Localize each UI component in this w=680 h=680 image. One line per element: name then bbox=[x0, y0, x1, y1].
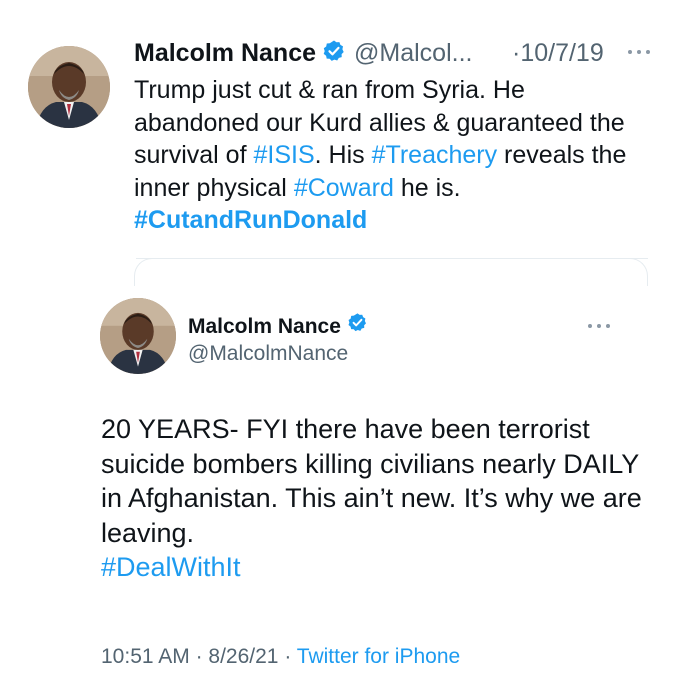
hashtag-dealwithit[interactable]: #DealWithIt bbox=[101, 552, 241, 582]
more-dots-icon bbox=[586, 316, 612, 336]
tweet-text-part: he is. bbox=[393, 173, 461, 202]
tweet-text: 20 YEARS- FYI there have been terrorist … bbox=[101, 412, 661, 585]
quote-card-corner bbox=[620, 258, 648, 286]
meta-separator: · bbox=[278, 645, 297, 668]
author-handle[interactable]: @MalcolmNance bbox=[188, 340, 348, 368]
quote-card-corner bbox=[134, 258, 162, 286]
tweet-time[interactable]: 10:51 AM bbox=[101, 645, 190, 668]
more-dots-icon bbox=[624, 40, 654, 64]
author-name[interactable]: Malcolm Nance bbox=[188, 313, 341, 341]
tweet-meta: 10:51 AM · 8/26/21 · Twitter for iPhone bbox=[101, 643, 460, 671]
more-button[interactable] bbox=[624, 40, 654, 64]
avatar-photo-icon bbox=[100, 298, 176, 374]
avatar[interactable] bbox=[28, 46, 110, 128]
tweet-main[interactable]: Malcolm Nance @Malcol... ·10/7/19 Trump … bbox=[0, 0, 680, 258]
more-button[interactable] bbox=[586, 316, 612, 336]
avatar[interactable] bbox=[100, 298, 176, 374]
meta-separator: · bbox=[189, 645, 209, 668]
tweet-text-part: . His bbox=[314, 141, 372, 169]
verified-badge-icon bbox=[347, 312, 368, 341]
hashtag-isis[interactable]: #ISIS bbox=[253, 141, 314, 169]
quote-card-border bbox=[136, 258, 648, 259]
tweet-text-part: 20 YEARS- FYI there have been terrorist … bbox=[101, 414, 642, 548]
hashtag-treachery[interactable]: #Treachery bbox=[372, 141, 498, 169]
tweet-text: Trump just cut & ran from Syria. He aban… bbox=[134, 74, 654, 237]
tweet-date[interactable]: ·10/7/19 bbox=[512, 36, 604, 70]
author-name[interactable]: Malcolm Nance bbox=[134, 39, 316, 68]
tweet-source[interactable]: Twitter for iPhone bbox=[297, 645, 460, 668]
hashtag-cutandrundonald[interactable]: #CutandRunDonald bbox=[134, 206, 367, 234]
tweet-date[interactable]: 8/26/21 bbox=[208, 645, 278, 668]
tweet-header: Malcolm Nance @Malcol... bbox=[134, 36, 472, 70]
avatar-photo-icon bbox=[28, 46, 110, 128]
verified-badge-icon bbox=[322, 39, 346, 68]
hashtag-coward[interactable]: #Coward bbox=[294, 174, 394, 202]
author-handle[interactable]: @Malcol... bbox=[354, 39, 472, 68]
author-name-row: Malcolm Nance bbox=[188, 312, 368, 341]
